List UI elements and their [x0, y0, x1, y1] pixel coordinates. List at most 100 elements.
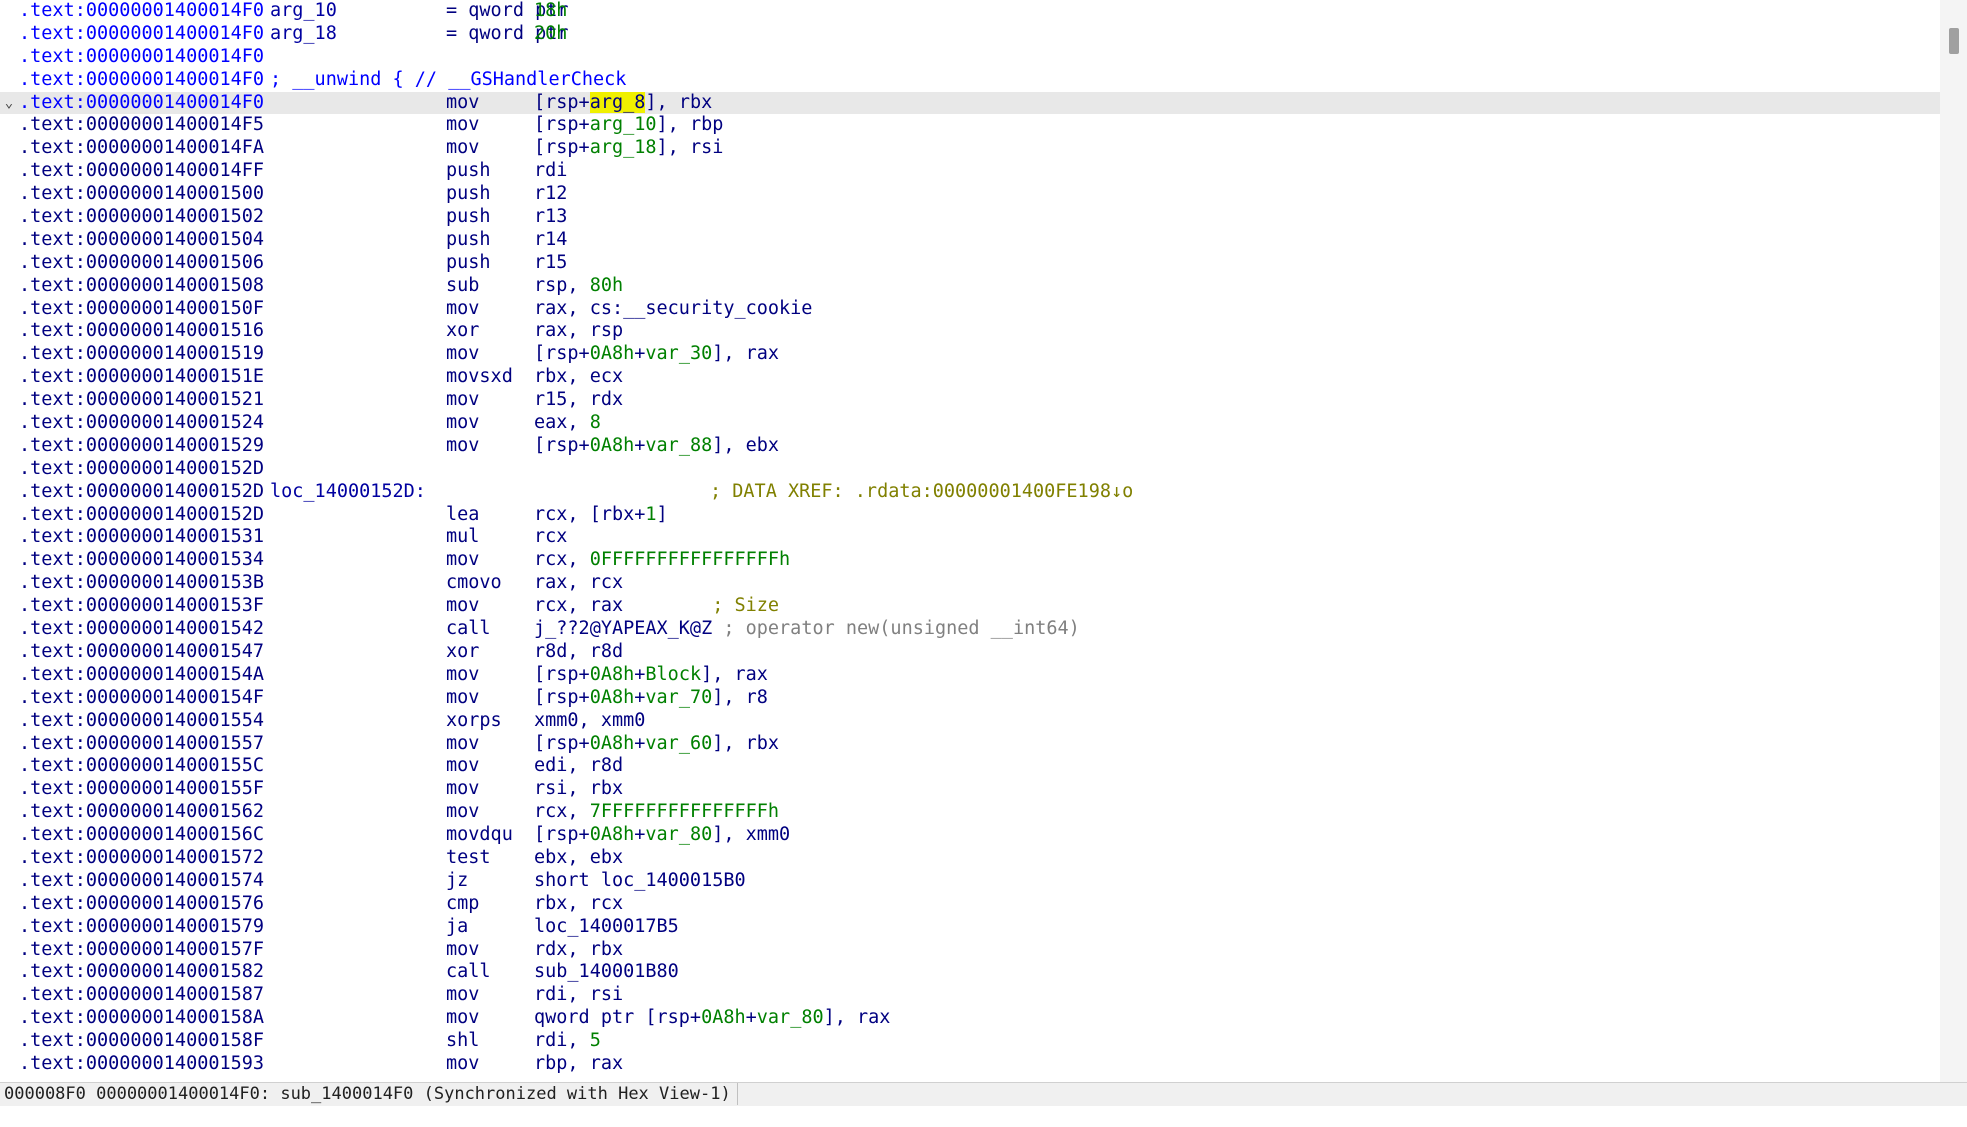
line-address[interactable]: .text:0000000140001587: [19, 984, 264, 1007]
operand-token[interactable]: [rsp+: [534, 435, 590, 456]
operand-token[interactable]: rcx, rax: [534, 595, 712, 616]
operand-token[interactable]: rbx, rcx: [534, 893, 623, 914]
line-address[interactable]: .text:000000014000152D: [19, 458, 264, 481]
line-address[interactable]: .text:0000000140001579: [19, 916, 264, 939]
operand-token[interactable]: rsi, rbx: [534, 778, 623, 799]
instruction-operands[interactable]: rcx, rax ; Size: [534, 595, 779, 618]
line-address[interactable]: .text:000000014000150F: [19, 298, 264, 321]
line-address[interactable]: .text:000000014000154F: [19, 687, 264, 710]
instruction-operands[interactable]: [rsp+0A8h+var_80], xmm0: [534, 824, 790, 847]
disasm-line[interactable]: .text:000000014000152D loc_14000152D: ; DA…: [0, 481, 1940, 504]
instruction-mnemonic[interactable]: push: [446, 252, 491, 275]
operand-token[interactable]: 8: [590, 412, 601, 433]
line-address[interactable]: .text:0000000140001557: [19, 733, 264, 756]
instruction-operands[interactable]: r8d, r8d: [534, 641, 623, 664]
operand-token[interactable]: 0A8h: [590, 343, 635, 364]
line-address[interactable]: .text:0000000140001524: [19, 412, 264, 435]
operand-token[interactable]: [rsp+: [534, 92, 590, 113]
instruction-operands[interactable]: rsp, 80h: [534, 275, 623, 298]
disasm-line[interactable]: .text:0000000140001508 sub rsp, 80h: [0, 275, 1940, 298]
line-address[interactable]: .text:0000000140001502: [19, 206, 264, 229]
line-address[interactable]: .text:00000001400014FF: [19, 160, 264, 183]
operand-token[interactable]: 0A8h: [590, 664, 635, 685]
instruction-operands[interactable]: [rsp+0A8h+var_70], r8: [534, 687, 768, 710]
operand-token[interactable]: rcx,: [534, 549, 590, 570]
line-address[interactable]: .text:0000000140001529: [19, 435, 264, 458]
line-address[interactable]: .text:000000014000158F: [19, 1030, 264, 1053]
operand-token[interactable]: 20h: [534, 23, 567, 44]
vertical-scrollbar[interactable]: [1940, 0, 1967, 1082]
disasm-line[interactable]: .text:00000001400014F0: [0, 46, 1940, 69]
line-address[interactable]: .text:0000000140001572: [19, 847, 264, 870]
operand-token[interactable]: ], ebx: [712, 435, 779, 456]
disasm-line[interactable]: .text:000000014000153B cmovo rax, rcx: [0, 572, 1940, 595]
disasm-line[interactable]: .text:0000000140001562 mov rcx, 7FFFFFFFFF…: [0, 801, 1940, 824]
operand-token[interactable]: eax,: [534, 412, 590, 433]
line-address[interactable]: .text:00000001400014F0: [19, 46, 264, 69]
disasm-line[interactable]: .text:000000014000158A mov qword ptr [rsp+…: [0, 1007, 1940, 1030]
instruction-operands[interactable]: rbp, rax: [534, 1053, 623, 1076]
operand-token[interactable]: ], rbx: [645, 92, 712, 113]
instruction-operands[interactable]: rax, cs:__security_cookie: [534, 298, 812, 321]
operand-token[interactable]: xmm0, xmm0: [534, 710, 645, 731]
instruction-mnemonic[interactable]: cmovo: [446, 572, 502, 595]
instruction-mnemonic[interactable]: mov: [446, 984, 479, 1007]
instruction-operands[interactable]: qword ptr [rsp+0A8h+var_80], rax: [534, 1007, 890, 1030]
operand-token[interactable]: rbx, ecx: [534, 366, 623, 387]
disasm-line[interactable]: .text:0000000140001500 push r12: [0, 183, 1940, 206]
operand-token[interactable]: rbp, rax: [534, 1053, 623, 1074]
instruction-operands[interactable]: rdi, 5: [534, 1030, 601, 1053]
instruction-operands[interactable]: 18h: [534, 0, 567, 23]
operand-token[interactable]: rsp,: [534, 275, 590, 296]
operand-token[interactable]: ], rax: [712, 343, 779, 364]
operand-token[interactable]: r8d, r8d: [534, 641, 623, 662]
instruction-operands[interactable]: [rsp+arg_18], rsi: [534, 137, 723, 160]
instruction-operands[interactable]: rax, rcx: [534, 572, 623, 595]
line-address[interactable]: .text:0000000140001576: [19, 893, 264, 916]
operand-token[interactable]: var_80: [645, 824, 712, 845]
instruction-mnemonic[interactable]: shl: [446, 1030, 479, 1053]
instruction-mnemonic[interactable]: movsxd: [446, 366, 513, 389]
operand-token[interactable]: edi, r8d: [534, 755, 623, 776]
instruction-mnemonic[interactable]: xor: [446, 320, 479, 343]
disasm-line[interactable]: .text:0000000140001554 xorps xmm0, xmm0: [0, 710, 1940, 733]
operand-token[interactable]: ], rbx: [712, 733, 779, 754]
disasm-line[interactable]: .text:000000014000154F mov [rsp+0A8h+var_7…: [0, 687, 1940, 710]
instruction-mnemonic[interactable]: push: [446, 183, 491, 206]
instruction-mnemonic[interactable]: mul: [446, 526, 479, 549]
operand-token[interactable]: 0A8h: [590, 687, 635, 708]
operand-token[interactable]: arg_10: [590, 114, 657, 135]
operand-token[interactable]: rax, rcx: [534, 572, 623, 593]
instruction-operands[interactable]: rdi: [534, 160, 567, 183]
disasm-line[interactable]: .text:000000014000152D: [0, 458, 1940, 481]
line-address[interactable]: .text:00000001400014F0: [19, 23, 264, 46]
operand-token[interactable]: [rsp+: [534, 137, 590, 158]
line-address[interactable]: .text:000000014000152D: [19, 481, 264, 504]
instruction-operands[interactable]: loc_1400017B5: [534, 916, 679, 939]
operand-token[interactable]: 5: [590, 1030, 601, 1051]
instruction-mnemonic[interactable]: xor: [446, 641, 479, 664]
disasm-line[interactable]: .text:000000014000151E movsxd rbx, ecx: [0, 366, 1940, 389]
operand-token[interactable]: r15: [534, 252, 567, 273]
line-address[interactable]: .text:000000014000157F: [19, 939, 264, 962]
instruction-operands[interactable]: r15: [534, 252, 567, 275]
operand-token[interactable]: sub_140001B80: [534, 961, 679, 982]
line-address[interactable]: .text:000000014000155C: [19, 755, 264, 778]
disasm-line[interactable]: .text:000000014000155C mov edi, r8d: [0, 755, 1940, 778]
disasm-line[interactable]: .text:0000000140001502 push r13: [0, 206, 1940, 229]
line-address[interactable]: .text:0000000140001547: [19, 641, 264, 664]
operand-token[interactable]: qword ptr [rsp+: [534, 1007, 701, 1028]
line-address[interactable]: .text:0000000140001504: [19, 229, 264, 252]
operand-token[interactable]: 0A8h: [590, 435, 635, 456]
operand-token[interactable]: 7FFFFFFFFFFFFFFFh: [590, 801, 779, 822]
line-address[interactable]: .text:000000014000152D: [19, 504, 264, 527]
instruction-operands[interactable]: r15, rdx: [534, 389, 623, 412]
line-address[interactable]: .text:0000000140001593: [19, 1053, 264, 1076]
disasm-line[interactable]: .text:0000000140001576 cmp rbx, rcx: [0, 893, 1940, 916]
line-address[interactable]: .text:0000000140001508: [19, 275, 264, 298]
instruction-operands[interactable]: rcx, 7FFFFFFFFFFFFFFFh: [534, 801, 779, 824]
operand-token[interactable]: [rsp+: [534, 687, 590, 708]
fold-toggle-icon[interactable]: ⌄: [0, 92, 18, 115]
disasm-line[interactable]: .text:000000014000152D lea rcx, [rbx+1]: [0, 504, 1940, 527]
instruction-mnemonic[interactable]: mov: [446, 1053, 479, 1076]
